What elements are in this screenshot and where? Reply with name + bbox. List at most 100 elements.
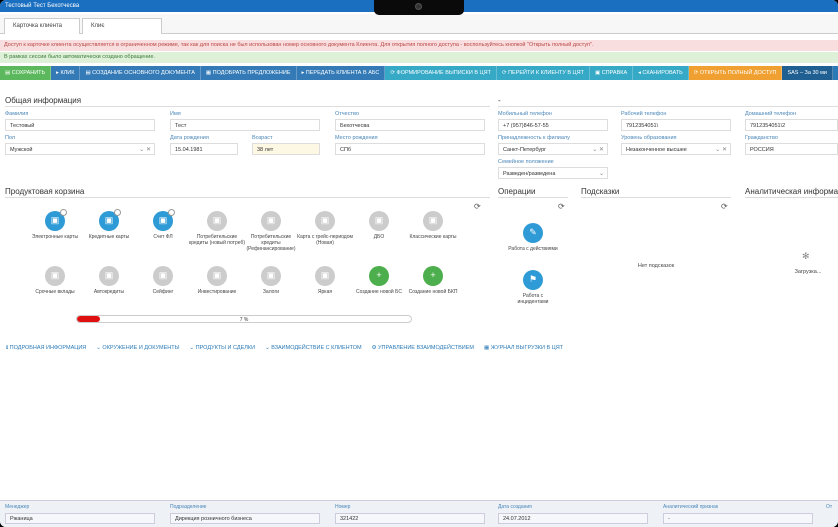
sas-button[interactable]: SAS – За 30 ми: [782, 66, 833, 80]
chevron-down-icon[interactable]: ⌄ ✕: [715, 146, 727, 153]
product-item[interactable]: ▣ Классические карты: [403, 211, 463, 240]
divider: [498, 106, 838, 107]
operation-incidents[interactable]: ⚑ Работа с инцидентами: [508, 270, 558, 305]
branch-select[interactable]: Санкт-Петербург ⌄ ✕: [498, 143, 608, 155]
name-input[interactable]: Тест: [170, 119, 320, 131]
classic-card-icon: ▣: [423, 211, 443, 231]
progress-label: 7 %: [239, 317, 249, 323]
open-full-access-button[interactable]: ⟳ ОТКРЫТЬ ПОЛНЫЙ ДОСТУП: [688, 66, 783, 80]
safe-icon: ▣: [153, 266, 173, 286]
create-main-document-button[interactable]: ▤ СОЗДАНИЕ ОСНОВНОГО ДОКУМЕНТА: [80, 66, 201, 80]
work-phone-input[interactable]: 7912354051\: [621, 119, 731, 131]
transfer-to-abs-button[interactable]: ▸ ПЕРЕДАТЬ КЛИЕНТА В АБС: [296, 66, 386, 80]
branch-field: Принадлежность к филиалу Санкт-Петербург…: [498, 135, 608, 155]
chevron-down-icon[interactable]: ⌄ ✕: [592, 146, 604, 153]
surname-input[interactable]: Тестовый: [5, 119, 155, 131]
form-statement-button[interactable]: ⟳ ФОРМИРОВАНИЕ ВЫПИСКИ В ЦЯТ: [385, 66, 497, 80]
work-phone-field: Рабочий телефон 7912354051\: [621, 111, 731, 131]
badge-icon: [114, 209, 121, 216]
refresh-icon[interactable]: ⟳: [474, 202, 481, 211]
hints-title: Подсказки: [581, 187, 620, 196]
gender-select[interactable]: Мужской ⌄ ✕: [5, 143, 155, 155]
pick-offer-button[interactable]: ▦ ПОДОБРАТЬ ПРЕДЛОЖЕНИЕ: [200, 66, 297, 80]
product-name: Залоги: [262, 289, 280, 295]
birth-date-input[interactable]: 15.04.1981: [170, 143, 238, 155]
age-field: Возраст 38 лет: [252, 135, 320, 155]
account-icon: ▣: [153, 209, 175, 231]
tab-client-card[interactable]: Карточка клиента: [4, 18, 80, 34]
gender-field: Пол Мужской ⌄ ✕: [5, 135, 155, 155]
product-item[interactable]: ▣ Потребительские кредиты (новый потреб): [187, 211, 247, 246]
product-item[interactable]: ▣ Автокредиты: [79, 266, 139, 295]
patronymic-input[interactable]: Бехотчесва: [335, 119, 485, 131]
product-name: Классические карты: [409, 234, 457, 240]
product-item[interactable]: ▣ Электронные карты: [25, 209, 85, 240]
tab-bar: Карточка клиента Клиє: [0, 14, 838, 34]
product-item[interactable]: ▣ Сейфинг: [133, 266, 193, 295]
camera-notch: [374, 0, 464, 15]
loan-icon: ▣: [261, 211, 281, 231]
product-name: Потребительские кредиты (новый потреб): [189, 234, 245, 246]
click-button[interactable]: ▸ КЛИК: [51, 66, 81, 80]
go-to-client-button[interactable]: ⟳ ПЕРЕЙТИ К КЛИЕНТУ В ЦЯТ: [496, 66, 590, 80]
refresh-icon[interactable]: ⟳: [721, 202, 728, 211]
scan-button[interactable]: ◂ СКАНИРОВАТЬ: [633, 66, 689, 80]
home-phone-field: Домашний телефон 7912354051\2: [745, 111, 838, 131]
badge-icon: [60, 209, 67, 216]
product-item[interactable]: + Создание новой БС: [349, 266, 409, 295]
product-name: Создание новой БС: [356, 289, 402, 295]
product-name: Создание новой БКП: [408, 289, 458, 295]
home-phone-input[interactable]: 7912354051\2: [745, 119, 838, 131]
footer-from: От: [826, 504, 833, 510]
birth-place-input[interactable]: СПб: [335, 143, 485, 155]
link-export-journal[interactable]: ▦ ЖУРНАЛ ВЫГРУЗКИ В ЦЯТ: [484, 345, 563, 351]
surname-field: Фамилия Тестовый: [5, 111, 155, 131]
link-environment-docs[interactable]: ⌄ ОКРУЖЕНИЕ И ДОКУМЕНТЫ: [96, 345, 179, 351]
link-detailed-info[interactable]: ℹ ПОДРОБНАЯ ИНФОРМАЦИЯ: [6, 345, 86, 351]
product-name: Кредитные карты: [88, 234, 130, 240]
contacts-title: -: [498, 96, 501, 105]
product-item[interactable]: ▣ Карта с грейс-периодом (Новая): [295, 211, 355, 246]
product-item[interactable]: ▣ Инвестирование: [187, 266, 247, 295]
link-products-deals[interactable]: ⌄ ПРОДУКТЫ И СДЕЛКИ: [190, 345, 256, 351]
car-icon: ▣: [99, 266, 119, 286]
education-select[interactable]: Незаконченное высшее ⌄ ✕: [621, 143, 731, 155]
divider: [745, 197, 838, 198]
footer-number: Номер 321422: [335, 504, 485, 524]
remote-banking-icon: ▣: [369, 211, 389, 231]
general-info-title: Общая информация: [5, 96, 82, 105]
citizenship-select[interactable]: РОССИЯ: [745, 143, 838, 155]
basket-title: Продуктовая корзина: [5, 187, 85, 196]
link-client-interaction[interactable]: ⌄ ВЗАИМОДЕЙСТВИЕ С КЛИЕНТОМ: [265, 345, 362, 351]
birth-date-field: Дата рождения 15.04.1981: [170, 135, 238, 155]
link-interaction-management[interactable]: ⚙ УПРАВЛЕНИЕ ВЗАИМОДЕЙСТВИЕМ: [372, 345, 474, 351]
tab-client-2[interactable]: Клиє: [82, 18, 162, 34]
product-name: Срочные вклады: [35, 289, 75, 295]
grace-card-icon: ▣: [315, 211, 335, 231]
product-item[interactable]: ▣ ДБО: [349, 211, 409, 240]
product-item[interactable]: ▣ Потребительские кредиты (Рефинансирован…: [241, 211, 301, 252]
card-icon: ▣: [45, 209, 67, 231]
chevron-down-icon[interactable]: ⌄: [599, 170, 604, 177]
mobile-input[interactable]: +7 (957)846-57-55: [498, 119, 608, 131]
product-item[interactable]: ▣ Яркая: [295, 266, 355, 295]
footer-bar: Менеджер Ржаница Подразделение Дирекция …: [0, 500, 838, 527]
mobile-field: Мобильный телефон +7 (957)846-57-55: [498, 111, 608, 131]
product-item[interactable]: ▣ Срочные вклады: [25, 266, 85, 295]
help-button[interactable]: ▣ СПРАВКА: [589, 66, 634, 80]
operation-actions[interactable]: ✎ Работа с действиями: [508, 223, 558, 252]
product-item[interactable]: ▣ Залоги: [241, 266, 301, 295]
age-value: 38 лет: [252, 143, 320, 155]
spinner-icon: ✻: [802, 251, 810, 261]
marital-select[interactable]: Разведен/разведена ⌄: [498, 167, 608, 179]
divider: [5, 197, 490, 198]
incidents-icon: ⚑: [523, 270, 543, 290]
product-item[interactable]: ▣ Кредитные карты: [79, 209, 139, 240]
save-button[interactable]: ▤ СОХРАНИТЬ: [0, 66, 52, 80]
citizenship-field: Гражданство РОССИЯ: [745, 135, 838, 155]
chevron-down-icon[interactable]: ⌄ ✕: [139, 146, 151, 153]
product-name: ДБО: [373, 234, 385, 240]
product-item[interactable]: ▣ Счет ФЛ: [133, 209, 193, 240]
refresh-icon[interactable]: ⟳: [558, 202, 565, 211]
product-item[interactable]: + Создание новой БКП: [403, 266, 463, 295]
